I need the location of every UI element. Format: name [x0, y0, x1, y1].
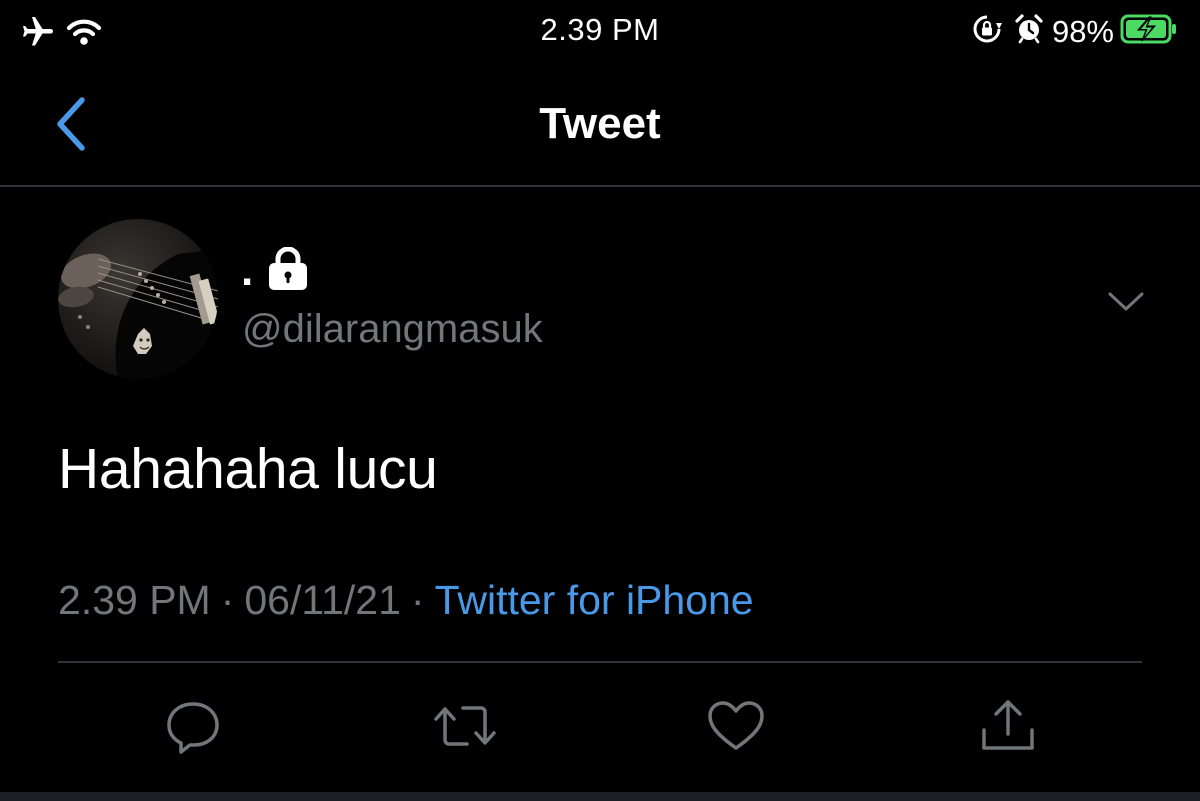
tweet-time: 2.39 PM: [58, 577, 211, 623]
meta-separator: ·: [410, 577, 425, 623]
reply-button[interactable]: [163, 696, 223, 756]
retweet-icon: [433, 706, 497, 760]
tweet-date: 06/11/21: [244, 577, 401, 623]
retweet-button[interactable]: [433, 696, 496, 756]
tweet-source-link[interactable]: Twitter for iPhone: [435, 577, 754, 623]
avatar[interactable]: [58, 219, 218, 379]
status-right: 98%: [972, 13, 1180, 50]
page-title: Tweet: [539, 99, 661, 148]
user-handle[interactable]: @dilarangmasuk: [242, 307, 543, 352]
like-button[interactable]: [706, 696, 766, 756]
display-name-row[interactable]: .: [241, 245, 309, 297]
display-name: .: [241, 246, 254, 295]
tweet-meta: 2.39 PM · 06/11/21 · Twitter for iPhone: [58, 577, 754, 624]
share-icon: [978, 700, 1038, 760]
tweet-text: Hahahaha lucu: [58, 437, 438, 501]
status-bar: 2.39 PM 98%: [0, 0, 1200, 64]
share-button[interactable]: [978, 696, 1038, 756]
chevron-down-icon: [1106, 292, 1146, 322]
meta-separator: ·: [220, 577, 235, 623]
bottom-tab-bar-edge: [0, 792, 1200, 801]
battery-percent: 98%: [1051, 13, 1114, 49]
battery-charging-icon: [1120, 13, 1180, 50]
divider: [58, 661, 1142, 663]
lock-icon: [267, 246, 309, 296]
heart-icon: [706, 701, 766, 760]
orientation-lock-icon: [972, 14, 1002, 49]
more-options-button[interactable]: [1106, 284, 1146, 318]
nav-bar: Tweet: [0, 64, 1200, 187]
reply-icon: [163, 702, 223, 760]
alarm-icon: [1014, 14, 1044, 49]
